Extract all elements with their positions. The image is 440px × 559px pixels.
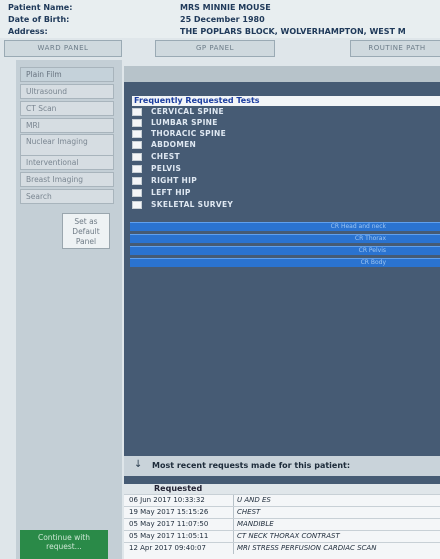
category-bars: CR Head and neck CR Thorax CR Pelvis CR … [130,222,440,270]
test-checkbox[interactable] [132,130,142,138]
test-item-lumbar-spine[interactable]: LUMBAR SPINE [132,118,432,128]
column-divider [233,495,234,506]
recent-requests-title: Most recent requests made for this patie… [152,461,351,470]
request-date: 05 May 2017 11:07:50 [129,520,209,528]
continue-request-button[interactable]: Continue with request... [20,530,108,559]
category-bar[interactable]: CR Head and neck [130,222,440,231]
test-label: ABDOMEN [151,140,197,149]
panel-tabs: WARD PANEL GP PANEL ROUTINE PATH [0,40,440,57]
table-row[interactable]: 12 Apr 2017 09:40:07 MRI STRESS PERFUSIO… [124,542,440,554]
frequent-tests-title: Frequently Requested Tests [132,96,440,106]
address-label: Address: [8,27,48,36]
sidebar-item-ct-scan[interactable]: CT Scan [20,101,114,116]
tab-ward-panel[interactable]: WARD PANEL [4,40,122,57]
request-test: MRI STRESS PERFUSION CARDIAC SCAN [237,544,377,552]
recent-requests-table: Requested 06 Jun 2017 10:33:32 U AND ES … [124,484,440,559]
table-row[interactable]: 05 May 2017 11:07:50 MANDIBLE [124,518,440,530]
test-item-cervical-spine[interactable]: CERVICAL SPINE [132,107,432,117]
requested-column-header: Requested [154,484,203,493]
address-value: THE POPLARS BLOCK, WOLVERHAMPTON, WEST M [180,27,406,36]
request-date: 06 Jun 2017 10:33:32 [129,496,205,504]
request-date: 05 May 2017 11:05:11 [129,532,209,540]
dob-value: 25 December 1980 [180,15,265,24]
category-bar[interactable]: CR Thorax [130,234,440,243]
test-checkbox[interactable] [132,189,142,197]
category-bar[interactable]: CR Pelvis [130,246,440,255]
test-checkbox[interactable] [132,119,142,127]
test-checkbox[interactable] [132,177,142,185]
dob-label: Date of Birth: [8,15,70,24]
test-item-pelvis[interactable]: PELVIS [132,164,432,174]
column-divider [233,519,234,530]
sidebar-item-search[interactable]: Search [20,189,114,204]
tab-routine-path[interactable]: ROUTINE PATH [350,40,440,57]
test-item-right-hip[interactable]: RIGHT HIP [132,176,432,186]
request-test: U AND ES [237,496,271,504]
table-row[interactable]: 05 May 2017 11:05:11 CT NECK THORAX CONT… [124,530,440,542]
test-item-skeletal-survey[interactable]: SKELETAL SURVEY [132,200,432,210]
sidebar-item-plain-film[interactable]: Plain Film [20,67,114,82]
request-date: 19 May 2017 15:15:26 [129,508,209,516]
test-label: CERVICAL SPINE [151,107,224,116]
request-test: MANDIBLE [237,520,274,528]
test-label: SKELETAL SURVEY [151,200,234,209]
frequent-tests-list: Frequently Requested Tests CERVICAL SPIN… [132,96,440,213]
test-item-left-hip[interactable]: LEFT HIP [132,188,432,198]
test-checkbox[interactable] [132,165,142,173]
sidebar-item-interventional[interactable]: Interventional [20,155,114,170]
sidebar-item-mri[interactable]: MRI [20,118,114,133]
category-bar[interactable]: CR Body [130,258,440,267]
request-test: CT NECK THORAX CONTRAST [237,532,340,540]
test-item-abdomen[interactable]: ABDOMEN [132,140,432,150]
table-header: Requested [124,484,440,494]
request-test: CHEST [237,508,261,516]
test-label: PELVIS [151,164,182,173]
test-checkbox[interactable] [132,108,142,116]
patient-header: Patient Name: MRS MINNIE MOUSE Date of B… [0,0,440,38]
test-label: LEFT HIP [151,188,191,197]
recent-requests-bar: ↓ Most recent requests made for this pat… [124,456,440,476]
test-checkbox[interactable] [132,201,142,209]
patient-name: MRS MINNIE MOUSE [180,3,271,12]
sidebar-item-ultrasound[interactable]: Ultrasound [20,84,114,99]
test-label: THORACIC SPINE [151,129,227,138]
request-date: 12 Apr 2017 09:40:07 [129,544,206,552]
column-divider [233,531,234,542]
test-checkbox[interactable] [132,153,142,161]
column-divider [233,507,234,518]
test-item-thoracic-spine[interactable]: THORACIC SPINE [132,129,432,139]
test-checkbox[interactable] [132,141,142,149]
column-divider [233,543,234,554]
set-default-panel-button[interactable]: Set as Default Panel [62,213,110,249]
patient-name-label: Patient Name: [8,3,73,12]
down-arrow-icon[interactable]: ↓ [134,459,142,470]
test-label: RIGHT HIP [151,176,197,185]
table-row[interactable]: 06 Jun 2017 10:33:32 U AND ES [124,494,440,506]
test-item-chest[interactable]: CHEST [132,152,432,162]
table-row[interactable]: 19 May 2017 15:15:26 CHEST [124,506,440,518]
tests-toolbar [124,66,440,82]
test-label: LUMBAR SPINE [151,118,218,127]
tab-gp-panel[interactable]: GP PANEL [155,40,275,57]
sidebar-item-breast-imaging[interactable]: Breast Imaging [20,172,114,187]
test-label: CHEST [151,152,180,161]
